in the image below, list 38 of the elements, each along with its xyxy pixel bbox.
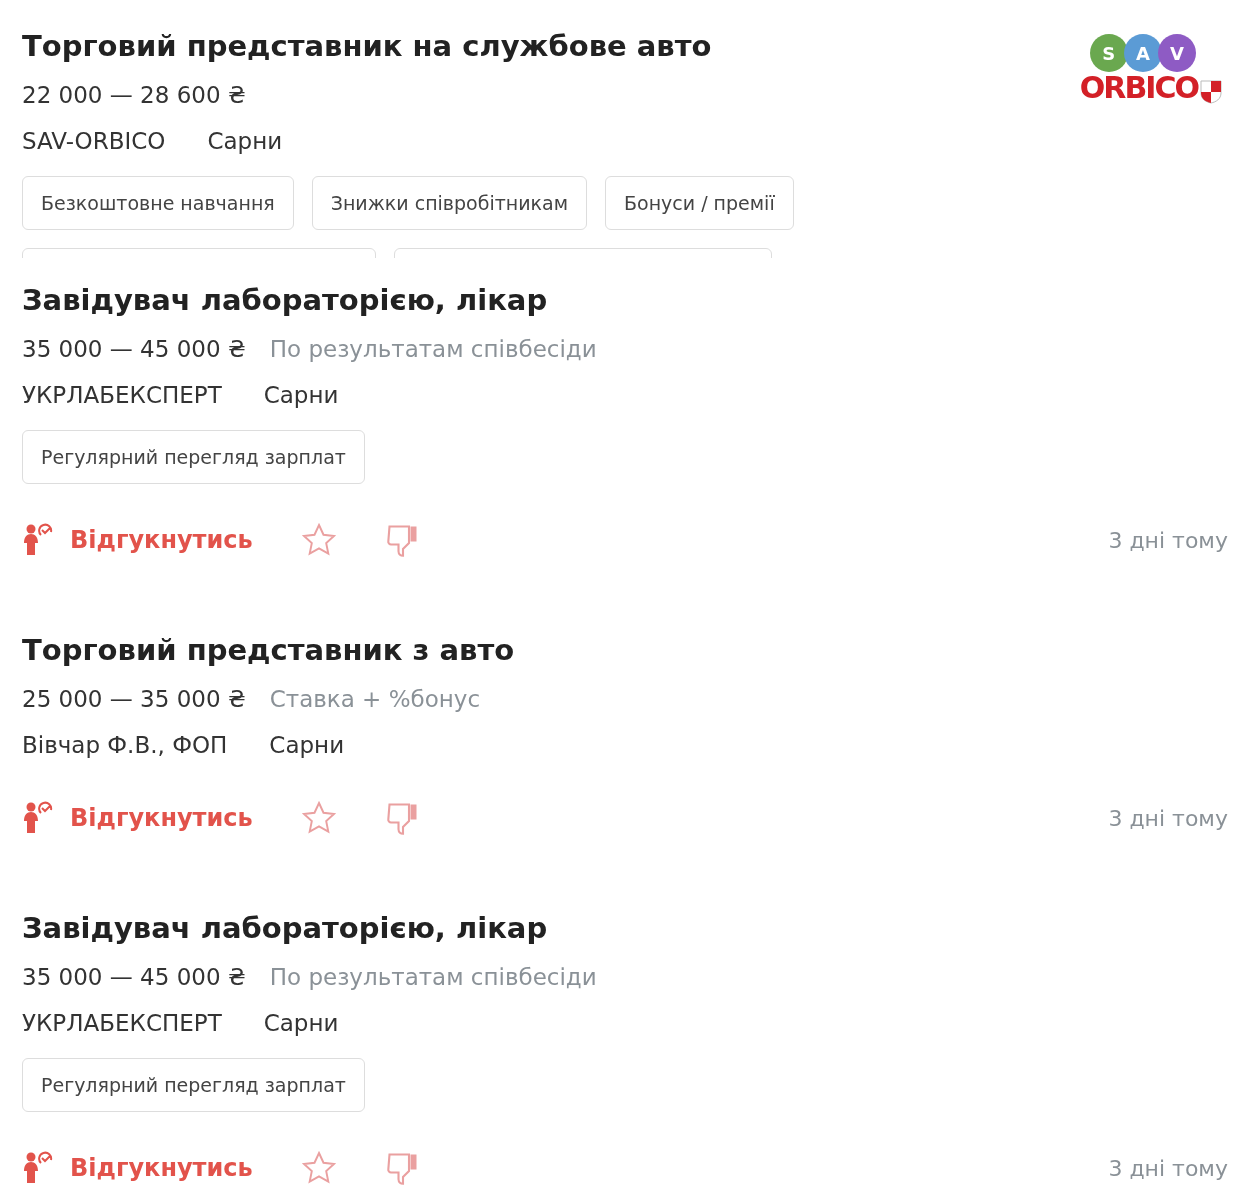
company-name: SAV-ORBICO — [22, 127, 166, 156]
salary: 35 000 — 45 000 ₴ — [22, 335, 246, 364]
vacancy-title[interactable]: Торговий представник на службове авто — [22, 26, 712, 66]
logo-wordmark: ORBICO — [1079, 72, 1198, 104]
benefit-tag: Бонуси / премії — [605, 176, 794, 230]
city: Сарни — [263, 1009, 339, 1038]
salary: 25 000 — 35 000 ₴ — [22, 685, 246, 714]
posted-date: 3 дні тому — [1108, 805, 1228, 831]
company-name: УКРЛАБЕКСПЕРТ — [22, 381, 222, 410]
posted-date: 3 дні тому — [1108, 1155, 1228, 1181]
logo-circle: A — [1123, 34, 1162, 72]
salary-note: Ставка + %бонус — [269, 685, 481, 714]
city: Сарни — [207, 127, 283, 156]
logo-circle: S — [1089, 34, 1128, 72]
logo-circle: V — [1157, 34, 1196, 72]
vacancy-title[interactable]: Завідувач лабораторією, лікар — [22, 908, 597, 948]
star-icon[interactable] — [300, 800, 337, 836]
vacancy-title[interactable]: Торговий представник з авто — [22, 630, 515, 670]
benefit-tag: Знижки співробітникам — [311, 176, 587, 230]
salary-note: По результатам співбесіди — [269, 963, 597, 992]
company-name: Вівчар Ф.В., ФОП — [22, 731, 228, 760]
benefit-tag: Регулярний перегляд зарплат — [22, 430, 365, 484]
company-name: УКРЛАБЕКСПЕРТ — [22, 1009, 222, 1038]
city: Сарни — [269, 731, 345, 760]
vacancy-title[interactable]: Завідувач лабораторією, лікар — [22, 280, 597, 320]
star-icon[interactable] — [300, 1150, 337, 1186]
salary-note: По результатам співбесіди — [269, 335, 597, 364]
city: Сарни — [263, 381, 339, 410]
salary: 22 000 — 28 600 ₴ — [22, 81, 246, 110]
benefit-tag: Регулярний перегляд зарплат — [22, 1058, 365, 1112]
apply-button[interactable]: Відгукнутись — [22, 523, 253, 557]
star-icon[interactable] — [300, 522, 337, 558]
benefit-tag: Безкоштовне навчання — [22, 176, 294, 230]
posted-date: 3 дні тому — [1108, 527, 1228, 553]
apply-button[interactable]: Відгукнутись — [22, 801, 253, 835]
apply-button[interactable]: Відгукнутись — [22, 1151, 253, 1185]
salary: 35 000 — 45 000 ₴ — [22, 963, 246, 992]
shield-icon — [1200, 80, 1222, 104]
